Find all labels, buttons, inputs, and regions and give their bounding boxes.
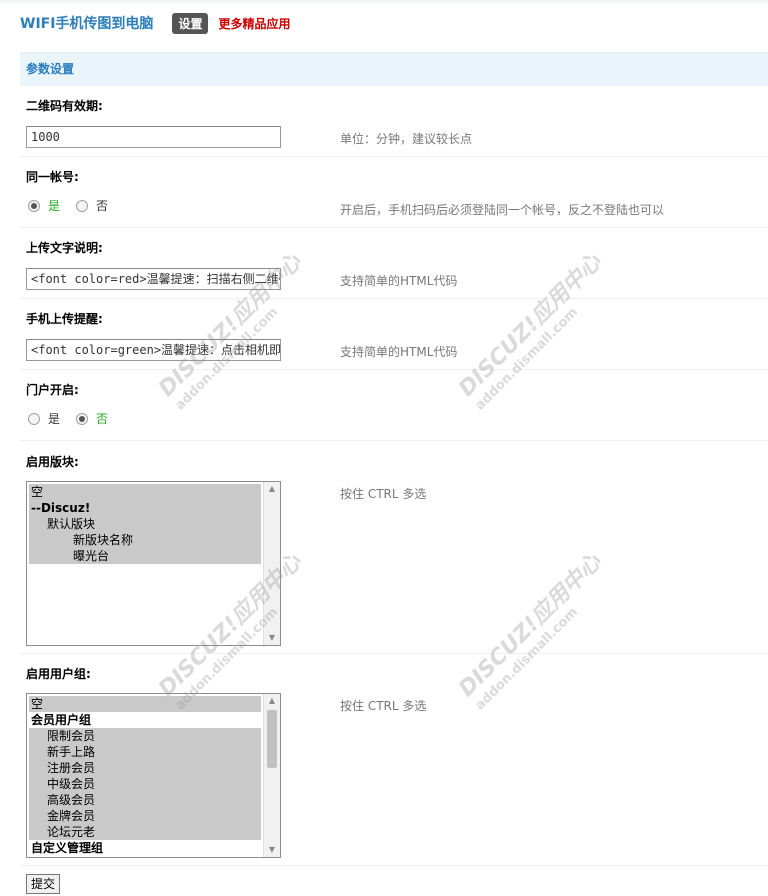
- submit-button[interactable]: 提交: [26, 874, 61, 894]
- divider: [20, 865, 768, 866]
- list-item[interactable]: 新手上路: [29, 744, 261, 760]
- enable-blocks-tip: 按住 CTRL 多选: [340, 487, 427, 501]
- divider: [20, 369, 768, 370]
- scroll-down-icon[interactable]: ▼: [264, 843, 280, 857]
- watermark-domain: addon.dismall.com: [472, 304, 582, 414]
- same-account-yes-label[interactable]: 是: [48, 197, 60, 214]
- portal-yes-radio[interactable]: [28, 412, 40, 425]
- list-item[interactable]: 论坛元老: [29, 824, 261, 840]
- divider: [20, 653, 768, 654]
- same-account-label: 同一帐号:: [26, 170, 79, 184]
- watermark: DISCUZ!应用中心 addon.dismall.com: [450, 545, 618, 714]
- upload-text-input[interactable]: <font color=red>温馨提速：扫描右侧二维码: [26, 268, 281, 290]
- same-account-options: 是 否: [28, 197, 124, 214]
- divider: [20, 298, 768, 299]
- upload-text-label: 上传文字说明:: [26, 241, 103, 255]
- enable-groups-label: 启用用户组:: [26, 667, 91, 681]
- watermark-domain: addon.dismall.com: [472, 604, 582, 714]
- enable-blocks-label: 启用版块:: [26, 455, 79, 469]
- watermark: DISCUZ!应用中心 addon.dismall.com: [450, 245, 618, 414]
- list-item[interactable]: 中级会员: [29, 776, 261, 792]
- qr-validity-input[interactable]: 1000: [26, 126, 281, 148]
- portal-no-label[interactable]: 否: [96, 410, 108, 427]
- list-item[interactable]: 高级会员: [29, 792, 261, 808]
- same-account-yes-radio[interactable]: [28, 199, 40, 212]
- portal-no-radio[interactable]: [76, 412, 89, 425]
- app-header: WIFI手机传图到电脑 设置 更多精品应用: [20, 10, 290, 36]
- list-item[interactable]: 金牌会员: [29, 808, 261, 824]
- top-border: [0, 0, 768, 3]
- watermark-brand: DISCUZ!应用中心: [454, 549, 607, 702]
- scrollbar[interactable]: ▲ ▼: [263, 694, 280, 857]
- qr-validity-tip: 单位：分钟，建议较长点: [340, 132, 473, 146]
- enable-groups-listbox[interactable]: 空 会员用户组 限制会员 新手上路 注册会员 中级会员 高级会员 金牌会员 论坛…: [26, 693, 281, 858]
- scroll-thumb[interactable]: [267, 710, 277, 768]
- list-item[interactable]: 会员用户组: [29, 712, 261, 728]
- list-item[interactable]: --Discuz!: [29, 500, 261, 516]
- list-item[interactable]: 注册会员: [29, 760, 261, 776]
- upload-text-tip: 支持简单的HTML代码: [340, 274, 458, 288]
- qr-validity-label: 二维码有效期:: [26, 99, 103, 113]
- mobile-reminder-tip: 支持简单的HTML代码: [340, 345, 458, 359]
- same-account-no-label[interactable]: 否: [96, 197, 108, 214]
- section-title: 参数设置: [20, 52, 768, 86]
- portal-enable-label: 门户开启:: [26, 383, 79, 397]
- same-account-no-radio[interactable]: [76, 199, 89, 212]
- list-item[interactable]: 空: [29, 696, 261, 712]
- scroll-up-icon[interactable]: ▲: [264, 694, 280, 708]
- app-title: WIFI手机传图到电脑: [20, 16, 154, 32]
- tab-settings[interactable]: 设置: [172, 12, 209, 34]
- divider: [20, 440, 768, 441]
- list-item[interactable]: 曝光台: [29, 548, 261, 564]
- list-item[interactable]: 新版块名称: [29, 532, 261, 548]
- more-apps-link[interactable]: 更多精品应用: [218, 15, 290, 32]
- portal-enable-options: 是 否: [28, 410, 124, 427]
- same-account-tip: 开启后，手机扫码后必须登陆同一个帐号，反之不登陆也可以: [340, 203, 665, 217]
- scroll-up-icon[interactable]: ▲: [264, 482, 280, 496]
- enable-groups-tip: 按住 CTRL 多选: [340, 699, 427, 713]
- divider: [20, 156, 768, 157]
- divider: [20, 227, 768, 228]
- list-item[interactable]: 限制会员: [29, 728, 261, 744]
- list-item[interactable]: 空: [29, 484, 261, 500]
- list-item[interactable]: 自定义管理组: [29, 840, 261, 856]
- mobile-reminder-input[interactable]: <font color=green>温馨提速：点击相机即可: [26, 339, 281, 361]
- enable-blocks-listbox[interactable]: 空 --Discuz! 默认版块 新版块名称 曝光台 ▲ ▼: [26, 481, 281, 646]
- scrollbar[interactable]: ▲ ▼: [263, 482, 280, 645]
- portal-yes-label[interactable]: 是: [48, 410, 60, 427]
- watermark-brand: DISCUZ!应用中心: [454, 249, 607, 402]
- mobile-reminder-label: 手机上传提醒:: [26, 312, 103, 326]
- list-item[interactable]: 默认版块: [29, 516, 261, 532]
- scroll-down-icon[interactable]: ▼: [264, 631, 280, 645]
